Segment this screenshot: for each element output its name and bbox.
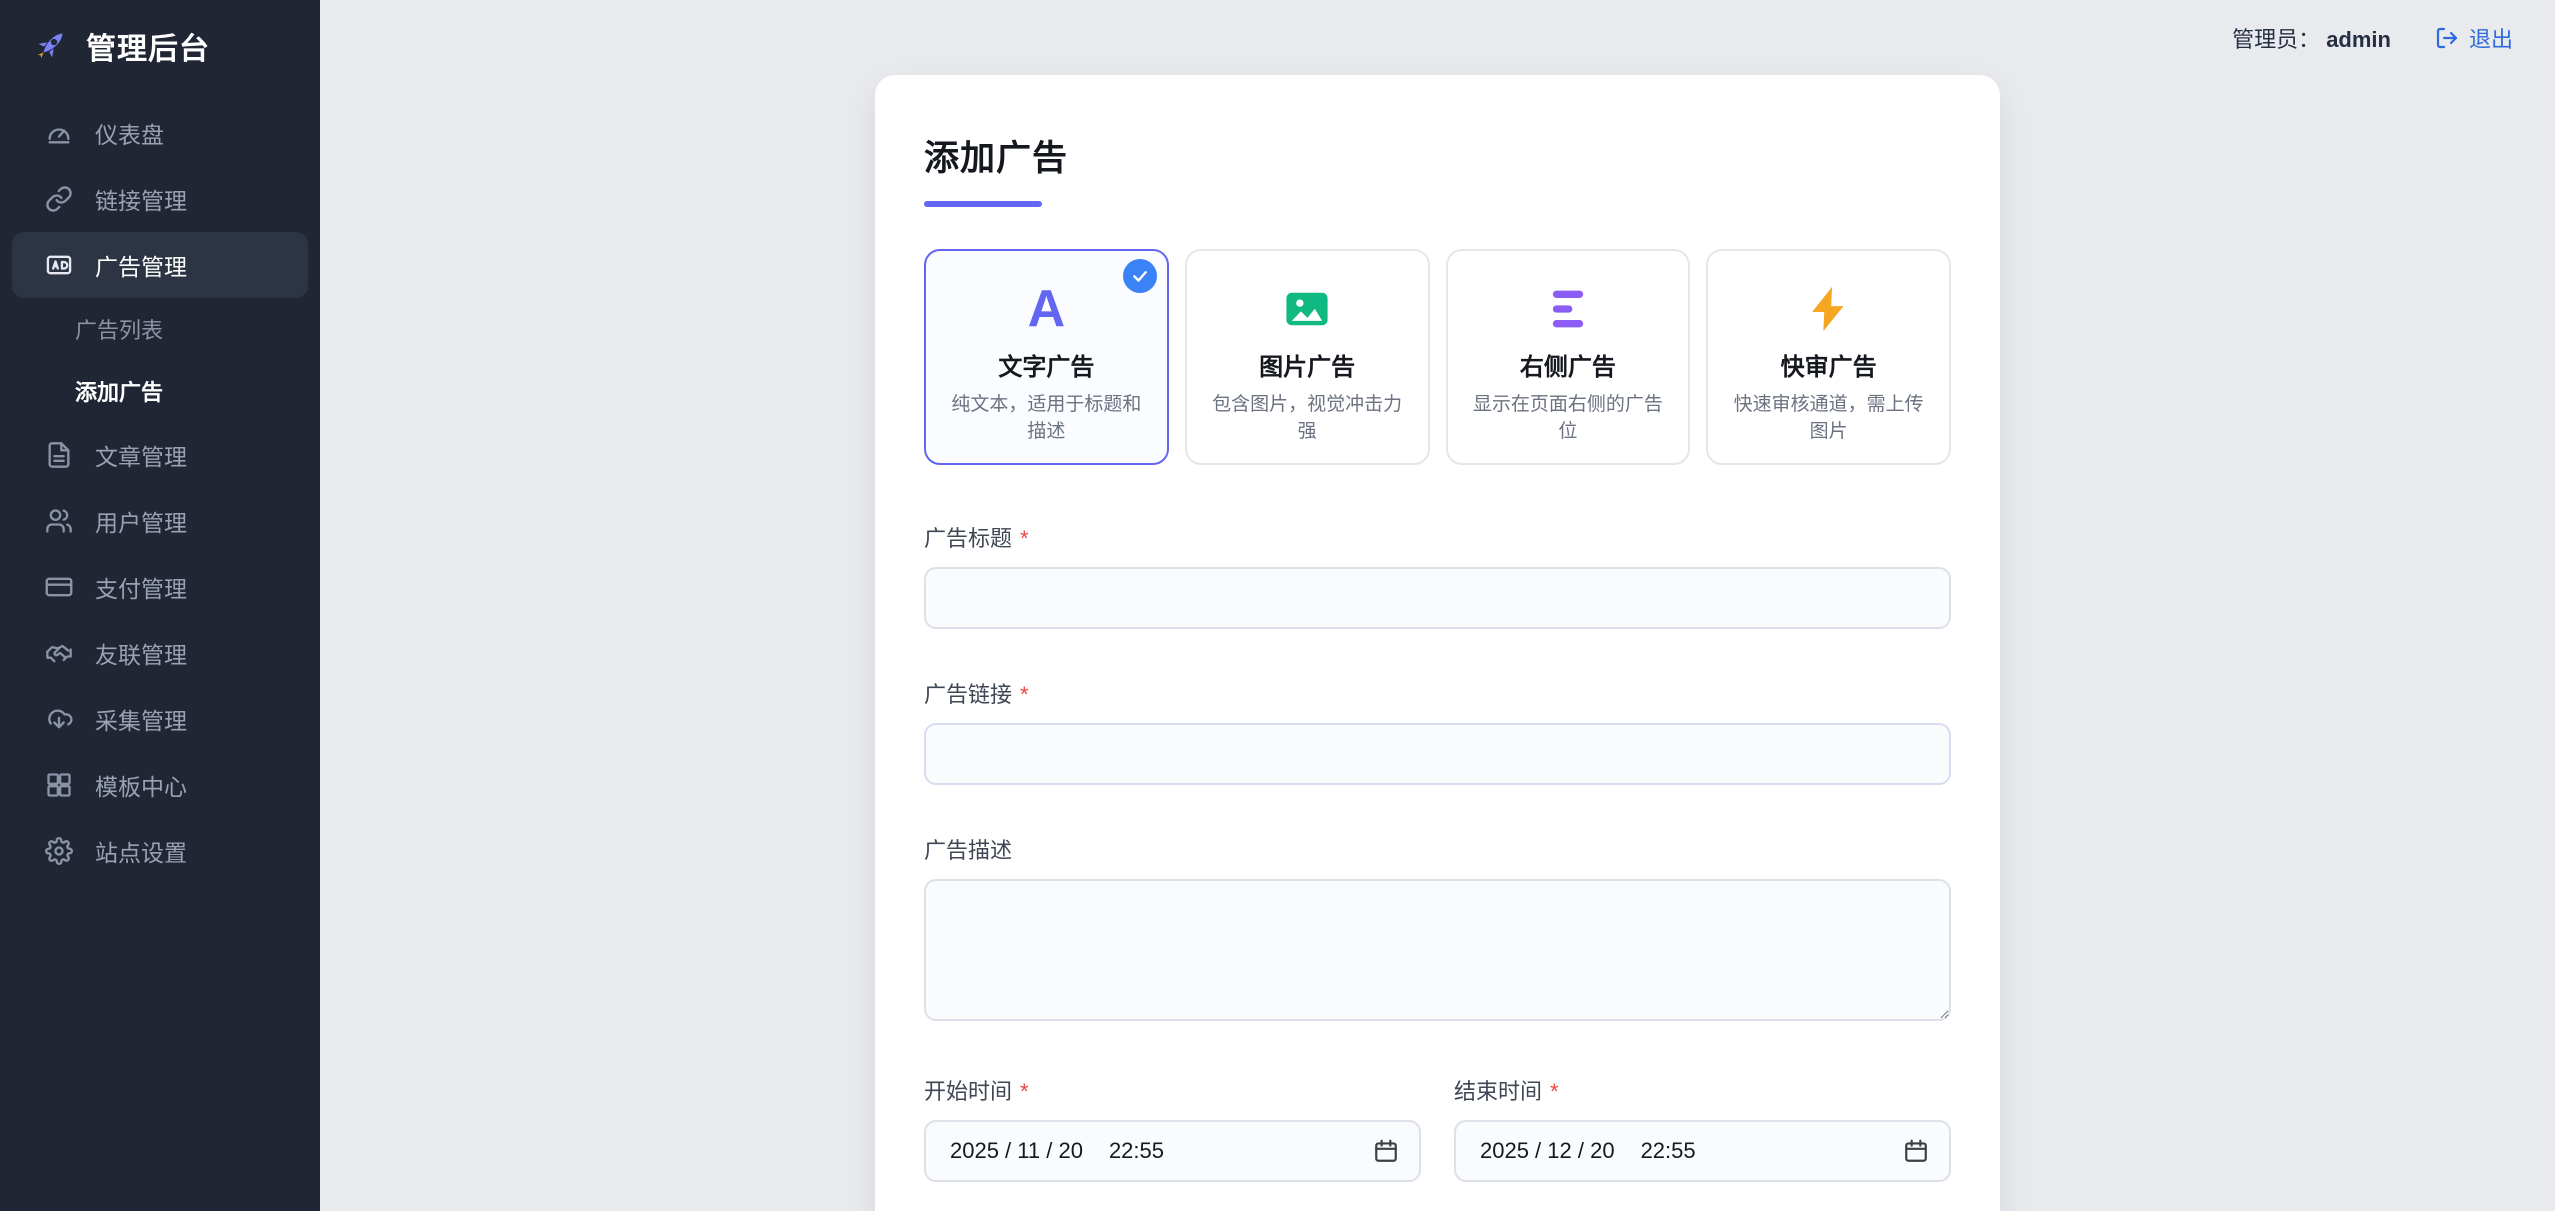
- calendar-icon[interactable]: [1373, 1138, 1399, 1164]
- ad-title-input[interactable]: [924, 567, 1951, 629]
- required-mark: *: [1550, 1079, 1559, 1104]
- required-mark: *: [1020, 526, 1029, 551]
- rocket-logo-icon: [30, 26, 70, 66]
- sidebar-subitem-add-ad[interactable]: 添加广告: [0, 360, 320, 422]
- sidebar-item-label: 用户管理: [95, 504, 187, 538]
- ad-type-selector: A 文字广告 纯文本，适用于标题和描述 图片广告 包含图片，视觉冲击力强: [924, 249, 1951, 465]
- end-time-value[interactable]: 22:55: [1641, 1138, 1696, 1164]
- letter-a-icon: A: [942, 281, 1151, 337]
- sidebar-item-label: 采集管理: [95, 702, 187, 736]
- ad-type-card-image[interactable]: 图片广告 包含图片，视觉冲击力强: [1185, 249, 1430, 465]
- sidebar-subitem-ad-list[interactable]: 广告列表: [0, 298, 320, 360]
- sidebar: 管理后台 仪表盘 链接管理: [0, 0, 320, 1211]
- sidebar-item-label: 站点设置: [95, 834, 187, 868]
- gear-icon: [45, 837, 73, 865]
- datetime-row: 开始时间* 2025 / 11 / 20 22:55 结束时间* 2025 / …: [924, 1074, 1951, 1182]
- credit-card-icon: [45, 573, 73, 601]
- handshake-icon: [45, 639, 73, 667]
- start-time-value[interactable]: 22:55: [1109, 1138, 1164, 1164]
- ad-type-card-fast-review[interactable]: 快审广告 快速审核通道，需上传图片: [1706, 249, 1951, 465]
- ad-link-field: 广告链接*: [924, 677, 1951, 785]
- list-lines-icon: [1464, 281, 1673, 337]
- selected-check-badge: [1123, 259, 1157, 293]
- ad-type-desc: 快速审核通道，需上传图片: [1724, 392, 1933, 445]
- sidebar-item-collection[interactable]: 采集管理: [0, 686, 320, 752]
- users-icon: [45, 507, 73, 535]
- page-title: 添加广告: [924, 130, 1951, 181]
- ad-link-label: 广告链接*: [924, 677, 1951, 709]
- cloud-download-icon: [45, 705, 73, 733]
- sidebar-item-label: 文章管理: [95, 438, 187, 472]
- required-mark: *: [1020, 682, 1029, 707]
- sidebar-item-friend-links[interactable]: 友联管理: [0, 620, 320, 686]
- ad-type-card-right-side[interactable]: 右侧广告 显示在页面右侧的广告位: [1446, 249, 1691, 465]
- ad-type-name: 文字广告: [942, 347, 1151, 382]
- image-icon: [1203, 281, 1412, 337]
- required-mark: *: [1020, 1079, 1029, 1104]
- sidebar-nav: 仪表盘 链接管理 广告管理 广告列表: [0, 100, 320, 884]
- logo-text: 管理后台: [86, 24, 210, 68]
- ad-title-field: 广告标题*: [924, 521, 1951, 629]
- ad-type-name: 快审广告: [1724, 347, 1933, 382]
- add-ad-card: 添加广告 A 文字广告 纯文本，适用于标题和描述: [875, 75, 2000, 1211]
- ads-submenu: 广告列表 添加广告: [0, 298, 320, 422]
- ad-link-input[interactable]: [924, 723, 1951, 785]
- ad-type-name: 图片广告: [1203, 347, 1412, 382]
- link-icon: [45, 185, 73, 213]
- ad-type-card-text[interactable]: A 文字广告 纯文本，适用于标题和描述: [924, 249, 1169, 465]
- sidebar-subitem-label: 添加广告: [75, 375, 163, 407]
- sidebar-item-label: 支付管理: [95, 570, 187, 604]
- sidebar-item-label: 仪表盘: [95, 116, 164, 150]
- ad-type-desc: 包含图片，视觉冲击力强: [1203, 392, 1412, 445]
- sidebar-item-templates[interactable]: 模板中心: [0, 752, 320, 818]
- ad-desc-field: 广告描述: [924, 833, 1951, 1026]
- sidebar-item-settings[interactable]: 站点设置: [0, 818, 320, 884]
- ad-type-desc: 显示在页面右侧的广告位: [1464, 392, 1673, 445]
- sidebar-item-links[interactable]: 链接管理: [0, 166, 320, 232]
- sidebar-item-ads[interactable]: 广告管理: [12, 232, 308, 298]
- end-time-label: 结束时间*: [1454, 1074, 1951, 1106]
- gauge-icon: [45, 119, 73, 147]
- template-grid-icon: [45, 771, 73, 799]
- sidebar-item-label: 广告管理: [95, 248, 187, 282]
- ad-icon: [45, 251, 73, 279]
- sidebar-item-payments[interactable]: 支付管理: [0, 554, 320, 620]
- article-icon: [45, 441, 73, 469]
- end-time-field: 结束时间* 2025 / 12 / 20 22:55: [1454, 1074, 1951, 1182]
- start-date-value[interactable]: 2025 / 11 / 20: [950, 1138, 1083, 1164]
- sidebar-item-articles[interactable]: 文章管理: [0, 422, 320, 488]
- lightning-icon: [1724, 281, 1933, 337]
- ad-type-desc: 纯文本，适用于标题和描述: [942, 392, 1151, 445]
- ad-type-name: 右侧广告: [1464, 347, 1673, 382]
- sidebar-item-users[interactable]: 用户管理: [0, 488, 320, 554]
- title-underline: [924, 201, 1042, 207]
- start-time-label: 开始时间*: [924, 1074, 1421, 1106]
- ad-title-label: 广告标题*: [924, 521, 1951, 553]
- calendar-icon[interactable]: [1903, 1138, 1929, 1164]
- sidebar-item-dashboard[interactable]: 仪表盘: [0, 100, 320, 166]
- ad-desc-textarea[interactable]: [924, 879, 1951, 1021]
- start-time-input[interactable]: 2025 / 11 / 20 22:55: [924, 1120, 1421, 1182]
- sidebar-item-label: 链接管理: [95, 182, 187, 216]
- logo: 管理后台: [0, 0, 320, 88]
- sidebar-item-label: 模板中心: [95, 768, 187, 802]
- sidebar-item-label: 友联管理: [95, 636, 187, 670]
- start-time-field: 开始时间* 2025 / 11 / 20 22:55: [924, 1074, 1421, 1182]
- main-content: 添加广告 A 文字广告 纯文本，适用于标题和描述: [320, 0, 2555, 1211]
- sidebar-subitem-label: 广告列表: [75, 313, 163, 345]
- end-date-value[interactable]: 2025 / 12 / 20: [1480, 1138, 1615, 1164]
- ad-desc-label: 广告描述: [924, 833, 1951, 865]
- end-time-input[interactable]: 2025 / 12 / 20 22:55: [1454, 1120, 1951, 1182]
